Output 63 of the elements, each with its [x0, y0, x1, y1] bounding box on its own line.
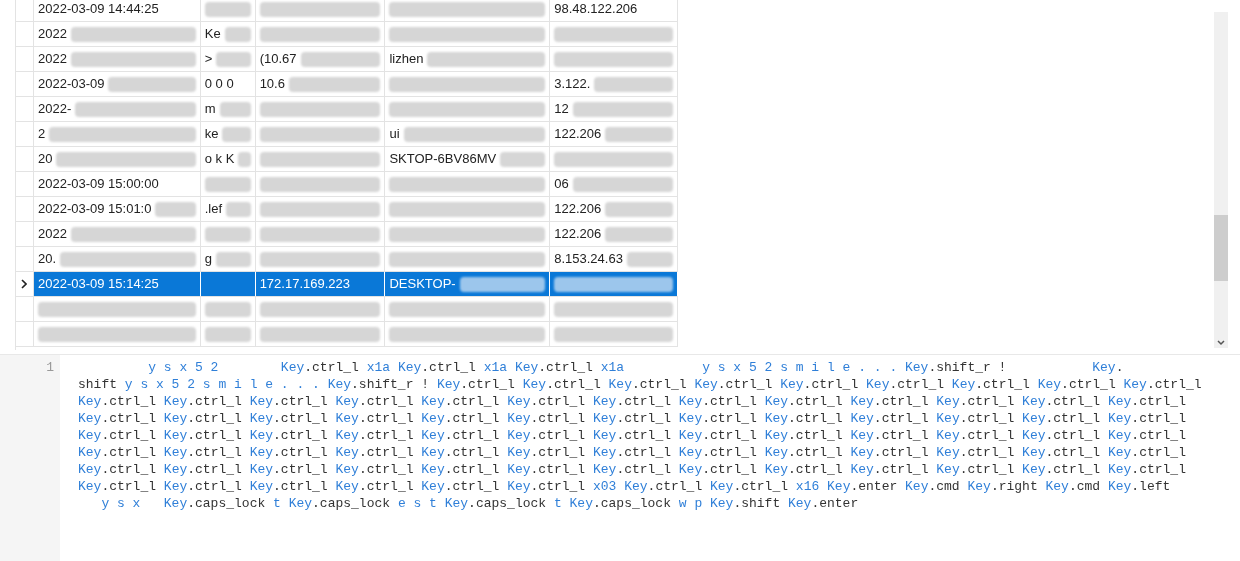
table-cell-text: m — [204, 100, 216, 119]
code-line: Key.ctrl_l Key.ctrl_l Key.ctrl_l Key.ctrl_l Key.ctrl_l Key.ctrl_l x03 Key.ctrl_l Key.ctrl_l x16 Key.enter Key.cmd Key.right Key.cmd Key.left — [78, 478, 1172, 495]
table-cell-text: 2022 — [37, 225, 67, 244]
table-cell-text: Ke — [204, 25, 221, 44]
table-row[interactable]: 2022- m 12 — [16, 97, 678, 122]
table-cell-text: > — [204, 50, 213, 69]
line-number: 1 — [46, 359, 54, 377]
table-row[interactable]: 20 o k K SKTOP-6BV86MV — [16, 147, 678, 172]
table-cell-text: o k K — [204, 150, 235, 169]
table-cell-text: 2022-03-09 15:00:00 — [37, 175, 159, 194]
table-cell-text: (10.67 — [259, 50, 297, 69]
table-cell-text: DESKTOP- — [389, 275, 456, 294]
table-cell-text: 0 0 0 — [204, 75, 234, 94]
table-cell-text: 3.122. — [554, 75, 591, 94]
table-row[interactable] — [16, 322, 678, 347]
table-row[interactable]: 2022 Ke — [16, 22, 678, 47]
table-row[interactable]: 2 ke ui 122.206 — [16, 122, 678, 147]
chevron-down-icon[interactable] — [1217, 340, 1225, 346]
table-cell: 98.48.122.206 — [554, 0, 638, 19]
table-cell-text: .lef — [204, 200, 223, 219]
table-cell-text: ke — [204, 125, 219, 144]
code-line: Key.ctrl_l Key.ctrl_l Key.ctrl_l Key.ctrl_l Key.ctrl_l Key.ctrl_l Key.ctrl_l Key.ctrl_l Key.ctrl_l Key.ctrl_l Key.ctrl_l Key.ctrl_l Key.ctrl_l — [78, 444, 1187, 461]
code-line: y s x 5 2 Key.ctrl_l x1a Key.ctrl_l x1a Key.ctrl_l x1a y s x 5 2 s m i l e . . . Key.shift_r ! Key. — [147, 359, 1125, 376]
table-cell-text: 2022 — [37, 25, 67, 44]
table-row[interactable]: 2022 > (10.67 lizhen — [16, 47, 678, 72]
table-cell-text: 2022- — [37, 100, 72, 119]
table-cell-text: 172.17.169.223 — [259, 275, 350, 294]
table-row[interactable]: 2022-03-09 15:01:0 .lef 122.206 — [16, 197, 678, 222]
code-line: Key.ctrl_l Key.ctrl_l Key.ctrl_l Key.ctrl_l Key.ctrl_l Key.ctrl_l Key.ctrl_l Key.ctrl_l Key.ctrl_l Key.ctrl_l Key.ctrl_l Key.ctrl_l Key.ctrl_l — [78, 393, 1187, 410]
table-cell-text: SKTOP-6BV86MV — [389, 150, 497, 169]
table-row[interactable] — [16, 297, 678, 322]
table-row[interactable]: 2022-03-09 15:14:25 172.17.169.223 DESKTOP- — [16, 272, 678, 297]
row-pointer-icon — [21, 279, 28, 289]
code-line: y s x Key.caps_lock t Key.caps_lock e s t Key.caps_lock t Key.caps_lock w p Key.shift Key.enter — [100, 495, 860, 512]
table-cell-text: 2022-03-09 15:14:25 — [37, 275, 159, 294]
table-row[interactable]: 2022-03-09 14:44:25 98.48.122.206 — [16, 0, 678, 22]
table-cell-text: 122.206 — [554, 200, 602, 219]
table-cell-text: 12 — [554, 100, 569, 119]
table-cell: 2022-03-09 14:44:25 — [37, 0, 159, 19]
table-cell-text: 20. — [37, 250, 57, 269]
table-cell-text: g — [204, 250, 212, 269]
code-line: Key.ctrl_l Key.ctrl_l Key.ctrl_l Key.ctrl_l Key.ctrl_l Key.ctrl_l Key.ctrl_l Key.ctrl_l Key.ctrl_l Key.ctrl_l Key.ctrl_l Key.ctrl_l Key.ctrl_l — [78, 427, 1187, 444]
table-row[interactable]: 2022-03-09 15:00:00 06 — [16, 172, 678, 197]
table-row[interactable]: 20. g 8.153.24.63 — [16, 247, 678, 272]
table-cell-text: 122.206 — [554, 225, 602, 244]
table-cell-text: 8.153.24.63 — [554, 250, 623, 269]
table-cell-text: 2022 — [37, 50, 67, 69]
table-cell-text: 2022-03-09 15:01:0 — [37, 200, 152, 219]
table-row[interactable]: 2022 122.206 — [16, 222, 678, 247]
table-cell-text: 2022-03-09 — [37, 75, 105, 94]
table-cell-text: lizhen — [389, 50, 424, 69]
table-cell-text: 20 — [37, 150, 53, 169]
table-cell-text: 2 — [37, 125, 46, 144]
scrollbar-thumb[interactable] — [1214, 215, 1228, 281]
table-cell-text: 122.206 — [554, 125, 602, 144]
table-cell-text: 06 — [554, 175, 569, 194]
table-row[interactable]: 2022-03-09 0 0 0 10.6 3.122. — [16, 72, 678, 97]
code-line: shift y s x 5 2 s m i l e . . . Key.shift_r ! Key.ctrl_l Key.ctrl_l Key.ctrl_l Key.ctrl_l Key.ctrl_l Key.ctrl_l Key.ctrl_l Key.ctrl_l Key.ctrl_l — [78, 376, 1203, 393]
code-line: Key.ctrl_l Key.ctrl_l Key.ctrl_l Key.ctrl_l Key.ctrl_l Key.ctrl_l Key.ctrl_l Key.ctrl_l Key.ctrl_l Key.ctrl_l Key.ctrl_l Key.ctrl_l Key.ctrl_l — [78, 410, 1187, 427]
code-line: Key.ctrl_l Key.ctrl_l Key.ctrl_l Key.ctrl_l Key.ctrl_l Key.ctrl_l Key.ctrl_l Key.ctrl_l Key.ctrl_l Key.ctrl_l Key.ctrl_l Key.ctrl_l Key.ctrl_l — [78, 461, 1187, 478]
scrollbar[interactable] — [1214, 12, 1228, 348]
table-cell-text: ui — [389, 125, 400, 144]
table-cell-text: 10.6 — [259, 75, 285, 94]
